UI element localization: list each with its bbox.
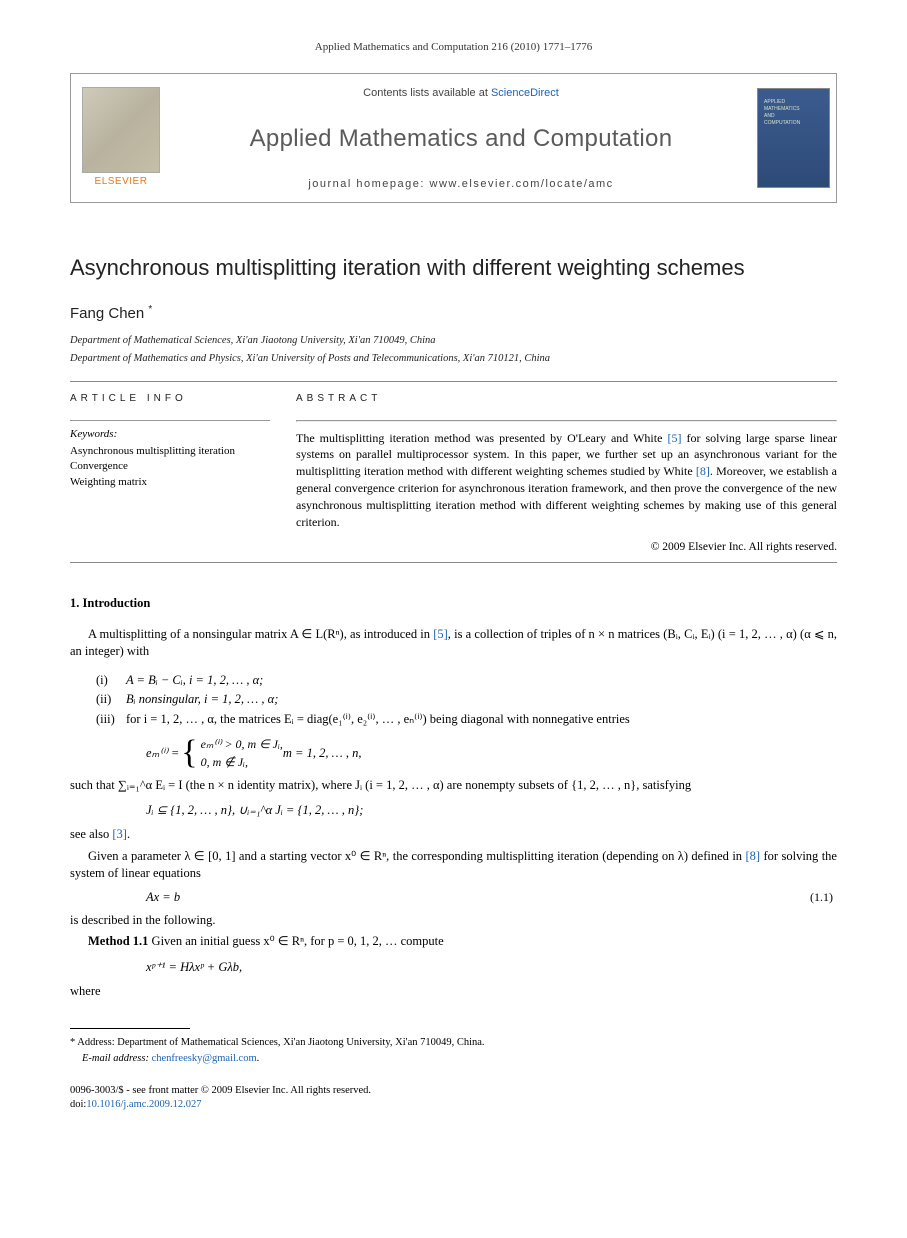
journal-homepage: journal homepage: www.elsevier.com/locat… [308, 177, 613, 192]
cover-image-icon [757, 88, 830, 188]
enum-text: Bᵢ nonsingular, i = 1, 2, … , α; [126, 690, 278, 709]
enum-label: (ii) [96, 690, 126, 709]
divider [70, 381, 837, 382]
citation-link[interactable]: [8] [696, 464, 710, 478]
body-paragraph: Given a parameter λ ∈ [0, 1] and a start… [70, 848, 837, 883]
publisher-logo: ELSEVIER [71, 74, 171, 202]
abstract-copyright: © 2009 Elsevier Inc. All rights reserved… [296, 540, 837, 556]
doi-label: doi: [70, 1099, 86, 1110]
corresponding-author-footnote: * Address: Department of Mathematical Sc… [70, 1035, 837, 1065]
cover-thumbnail [751, 74, 836, 202]
journal-name: Applied Mathematics and Computation [250, 123, 673, 155]
author-marker: * [148, 304, 152, 315]
email-link[interactable]: chenfreesky@gmail.com [152, 1053, 257, 1064]
enum-text: for i = 1, 2, … , α, the matrices Eᵢ = d… [126, 710, 630, 729]
method-label: Method 1.1 [88, 934, 148, 948]
keyword: Weighting matrix [70, 475, 270, 491]
equation-number: (1.1) [810, 889, 833, 905]
equation-body: Ax = b [146, 889, 180, 906]
citation-link[interactable]: [5] [667, 431, 681, 445]
abstract-label: ABSTRACT [296, 392, 837, 406]
enum-item: (i) A = Bᵢ − Cᵢ, i = 1, 2, … , α; [96, 671, 837, 690]
journal-banner: ELSEVIER Contents lists available at Sci… [70, 73, 837, 203]
keywords-label: Keywords: [70, 427, 270, 442]
abstract-column: ABSTRACT The multisplitting iteration me… [296, 392, 837, 556]
enum-item: (ii) Bᵢ nonsingular, i = 1, 2, … , α; [96, 690, 837, 709]
keywords-list: Asynchronous multisplitting iteration Co… [70, 444, 270, 492]
divider [296, 420, 837, 422]
method-definition: Method 1.1 Given an initial guess x⁰ ∈ R… [70, 933, 837, 951]
contents-available: Contents lists available at ScienceDirec… [363, 86, 559, 101]
enum-label: (i) [96, 671, 126, 690]
journal-center: Contents lists available at ScienceDirec… [171, 74, 751, 202]
document-footer: 0096-3003/$ - see front matter © 2009 El… [70, 1084, 837, 1113]
affiliation-1: Department of Mathematical Sciences, Xi'… [70, 334, 837, 349]
info-abstract-row: ARTICLE INFO Keywords: Asynchronous mult… [70, 392, 837, 556]
footnote-separator [70, 1028, 190, 1029]
enum-text: A = Bᵢ − Cᵢ, i = 1, 2, … , α; [126, 671, 263, 690]
citation-link[interactable]: [5] [433, 627, 448, 641]
article-info-column: ARTICLE INFO Keywords: Asynchronous mult… [70, 392, 270, 556]
divider [70, 420, 270, 421]
body-paragraph: is described in the following. [70, 912, 837, 930]
contents-prefix: Contents lists available at [363, 87, 491, 99]
article-title: Asynchronous multisplitting iteration wi… [70, 253, 837, 283]
left-brace-icon: { [181, 739, 197, 766]
email-label: E-mail address: [82, 1053, 152, 1064]
citation-link[interactable]: [3] [112, 827, 127, 841]
math-display: eₘ⁽ⁱ⁾ = { eₘ⁽ⁱ⁾ > 0, m ∈ Jᵢ, 0, m ∉ Jᵢ, … [146, 735, 837, 771]
keyword: Convergence [70, 459, 270, 475]
body-paragraph: see also [3]. [70, 826, 837, 844]
running-header: Applied Mathematics and Computation 216 … [70, 40, 837, 55]
article-info-label: ARTICLE INFO [70, 392, 270, 406]
enum-item: (iii) for i = 1, 2, … , α, the matrices … [96, 710, 837, 729]
publisher-name: ELSEVIER [95, 175, 148, 189]
math-display: Jᵢ ⊆ {1, 2, … , n}, ∪ᵢ₌₁^α Jᵢ = {1, 2, …… [146, 800, 837, 820]
elsevier-tree-icon [82, 87, 160, 173]
body-paragraph: such that ∑ᵢ₌₁^α Eᵢ = I (the n × n ident… [70, 777, 837, 795]
math-display: xᵖ⁺¹ = Hλxᵖ + Gλb, [146, 957, 837, 977]
sciencedirect-link[interactable]: ScienceDirect [491, 87, 559, 99]
keyword: Asynchronous multisplitting iteration [70, 444, 270, 460]
body-paragraph: where [70, 983, 837, 1001]
author-line: Fang Chen * [70, 303, 837, 324]
citation-link[interactable]: [8] [745, 849, 760, 863]
body-paragraph: A multisplitting of a nonsingular matrix… [70, 626, 837, 661]
abstract-text: The multisplitting iteration method was … [296, 430, 837, 531]
doi-link[interactable]: 10.1016/j.amc.2009.12.027 [86, 1099, 201, 1110]
author-name: Fang Chen [70, 305, 144, 322]
divider [70, 562, 837, 563]
enumeration: (i) A = Bᵢ − Cᵢ, i = 1, 2, … , α; (ii) B… [96, 671, 837, 729]
citation-text: Applied Mathematics and Computation 216 … [315, 41, 592, 53]
section-heading: 1. Introduction [70, 595, 837, 612]
numbered-equation: Ax = b (1.1) [70, 889, 837, 906]
affiliation-2: Department of Mathematics and Physics, X… [70, 352, 837, 367]
front-matter-line: 0096-3003/$ - see front matter © 2009 El… [70, 1084, 837, 1099]
enum-label: (iii) [96, 710, 126, 729]
